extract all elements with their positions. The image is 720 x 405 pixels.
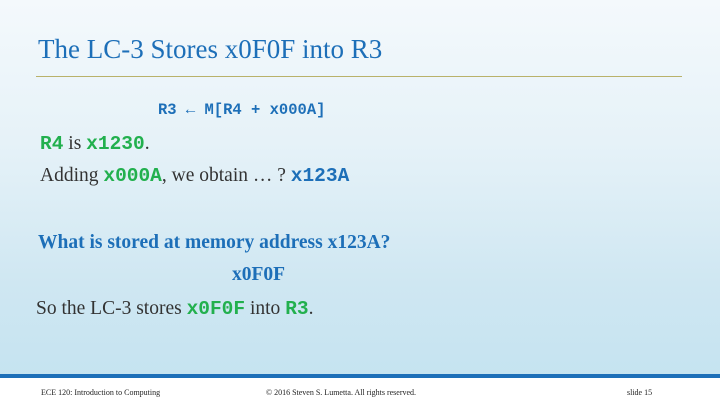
register-r3: R3	[285, 298, 309, 320]
footer-course: ECE 120: Introduction to Computing	[41, 388, 161, 397]
stored-value: x0F0F	[186, 298, 246, 320]
conclusion-line: So the LC-3 stores x0F0F into R3.	[36, 298, 313, 320]
conclusion-lead: So the LC-3 stores	[36, 298, 187, 319]
r4-period: .	[144, 133, 150, 154]
r4-value-line: R4 is x1230.	[40, 133, 150, 155]
into-text: into	[245, 298, 286, 319]
title-divider	[36, 76, 682, 77]
address-computation-line: Adding x000A, we obtain … ? x123A	[40, 165, 349, 187]
slide-title: The LC-3 Stores x0F0F into R3	[38, 34, 383, 64]
r4-value: x1230	[86, 133, 145, 155]
r4-is-text: is	[63, 133, 87, 154]
footer-copyright: © 2016 Steven S. Lumetta. All rights res…	[266, 388, 417, 397]
obtain-text: , we obtain … ?	[161, 165, 291, 186]
computed-address: x123A	[290, 165, 350, 187]
memory-answer: x0F0F	[232, 264, 286, 285]
adding-text: Adding	[40, 165, 104, 186]
register-r4: R4	[40, 133, 64, 155]
rtl-statement: R3 ← M[R4 + x000A]	[158, 101, 326, 119]
conclusion-period: .	[308, 298, 314, 319]
offset-value: x000A	[103, 165, 162, 187]
memory-question: What is stored at memory address x123A?	[38, 232, 391, 253]
slide-number: slide 15	[627, 388, 653, 397]
